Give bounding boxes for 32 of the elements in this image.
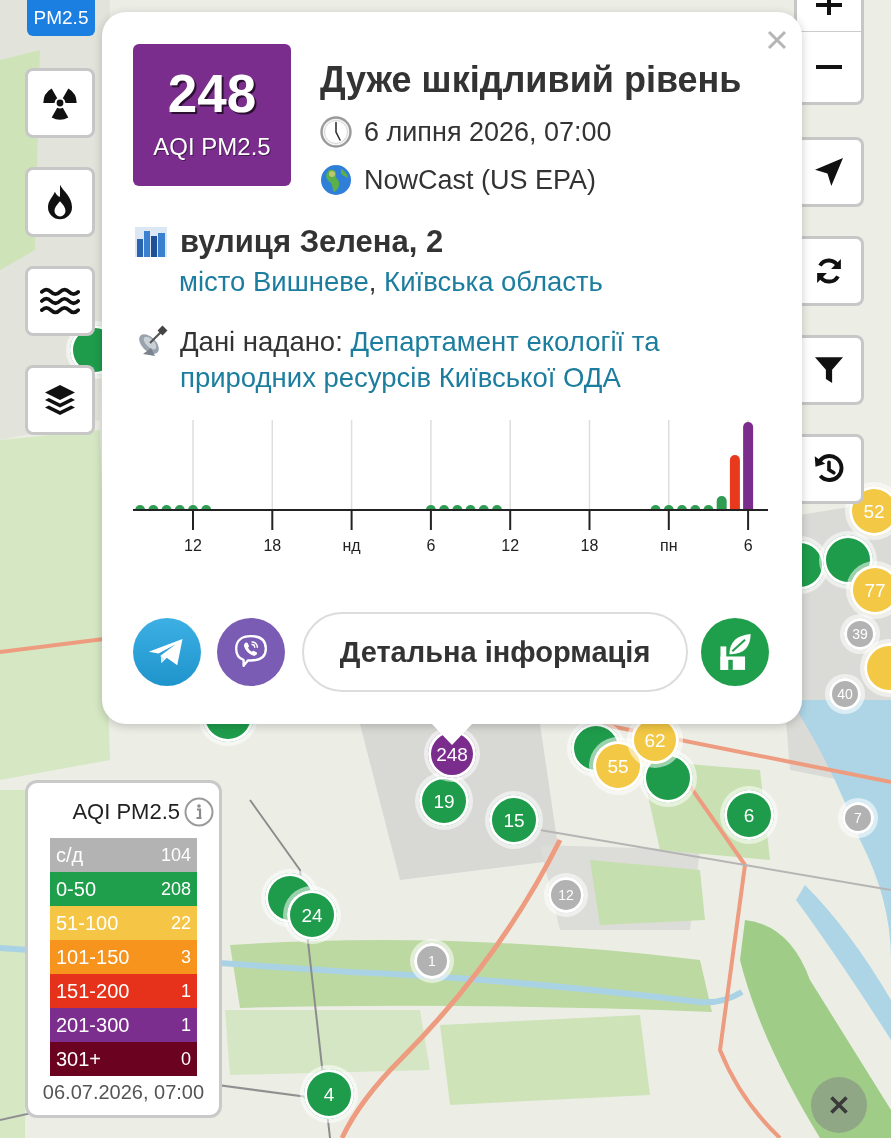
axis-label: 6 xyxy=(743,537,753,554)
axis-label: 12 xyxy=(501,537,520,554)
legend-count: 1 xyxy=(181,1014,191,1036)
level-title: Дуже шкідливий рівень xyxy=(320,60,742,100)
legend-range: 201-300 xyxy=(56,1013,130,1037)
legend-range: 51-100 xyxy=(56,911,119,935)
axis-label: нд xyxy=(342,537,361,554)
data-source-text: Дані надано: Департамент екології та природних ресурсів Київської ОДА xyxy=(180,325,660,395)
legend-count: 208 xyxy=(160,878,191,900)
legend-range: с/д xyxy=(56,843,84,867)
legend-range: 301+ xyxy=(56,1047,102,1071)
legend-range: 101-150 xyxy=(56,945,130,969)
aqi-label: AQI PM2.5 xyxy=(153,133,271,161)
measurement-time: 6 липня 2026, 07:00 xyxy=(364,116,612,148)
location-text: місто Вишневе, Київська область xyxy=(178,266,603,298)
axis-label: 6 xyxy=(426,537,436,554)
legend-timestamp: 06.07.2026, 07:00 xyxy=(41,1080,206,1104)
axis-label: 18 xyxy=(263,537,282,554)
method-text: NowCast (US EPA) xyxy=(364,164,597,196)
legend-range: 0-50 xyxy=(56,877,97,901)
axis-label: 18 xyxy=(580,537,599,554)
legend-range: 151-200 xyxy=(56,979,130,1003)
legend-count: 0 xyxy=(181,1048,191,1070)
legend-title: AQI PM2.5 xyxy=(72,798,180,826)
axis-label: 12 xyxy=(184,537,202,554)
legend-count: 104 xyxy=(160,844,191,866)
legend-count: 22 xyxy=(170,912,191,934)
axis-label: пн xyxy=(660,537,678,554)
aqi-value: 248 xyxy=(167,66,257,122)
legend-count: 3 xyxy=(181,946,191,968)
station-address: вулиця Зелена, 2 xyxy=(180,224,444,260)
legend-count: 1 xyxy=(181,980,191,1002)
